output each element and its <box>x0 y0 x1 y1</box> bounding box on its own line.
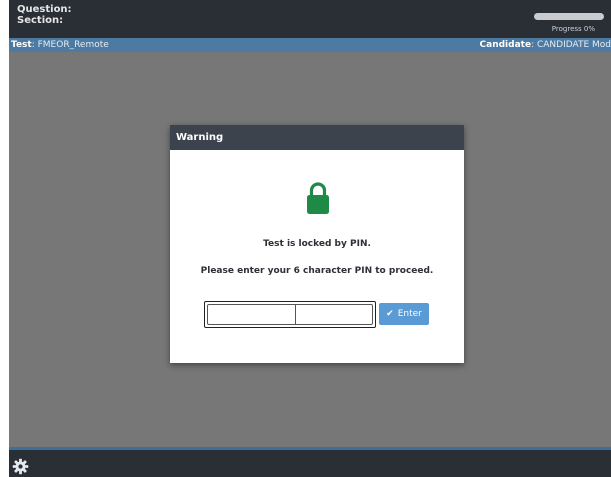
pin-input-inner[interactable] <box>207 304 373 325</box>
section-label: Section: <box>17 15 64 26</box>
gear-icon[interactable] <box>12 458 29 475</box>
pin-instruction: Please enter your 6 character PIN to pro… <box>200 266 434 276</box>
app-window: Question: Section: Progress 0% Test: FME… <box>9 0 611 477</box>
candidate-value: : CANDIDATE Mod <box>531 40 611 50</box>
pin-input-divider <box>295 305 296 324</box>
checkmark-icon: ✔ <box>386 309 394 319</box>
padlock-icon <box>307 182 329 214</box>
pin-input[interactable] <box>204 301 376 328</box>
progress-text: Progress 0% <box>551 25 595 33</box>
test-key: Test <box>11 40 32 50</box>
question-label: Question: <box>17 4 72 15</box>
locked-message: Test is locked by PIN. <box>263 239 371 249</box>
enter-label: Enter <box>397 309 422 319</box>
enter-button[interactable]: ✔ Enter <box>379 303 429 325</box>
test-value: : FMEOR_Remote <box>31 40 109 50</box>
info-bar: Test: FMEOR_Remote Candidate: CANDIDATE … <box>9 38 611 52</box>
candidate-info: Candidate: CANDIDATE Mod <box>480 38 611 52</box>
dialog-title: Warning <box>170 125 464 150</box>
candidate-key: Candidate <box>479 40 532 50</box>
test-info: Test: FMEOR_Remote <box>11 38 109 52</box>
bottom-bar <box>9 450 611 477</box>
top-bar: Question: Section: Progress 0% <box>9 0 611 38</box>
progress-bar <box>534 13 604 20</box>
pin-lock-dialog: Warning Test is locked by PIN. Please en… <box>170 125 464 363</box>
